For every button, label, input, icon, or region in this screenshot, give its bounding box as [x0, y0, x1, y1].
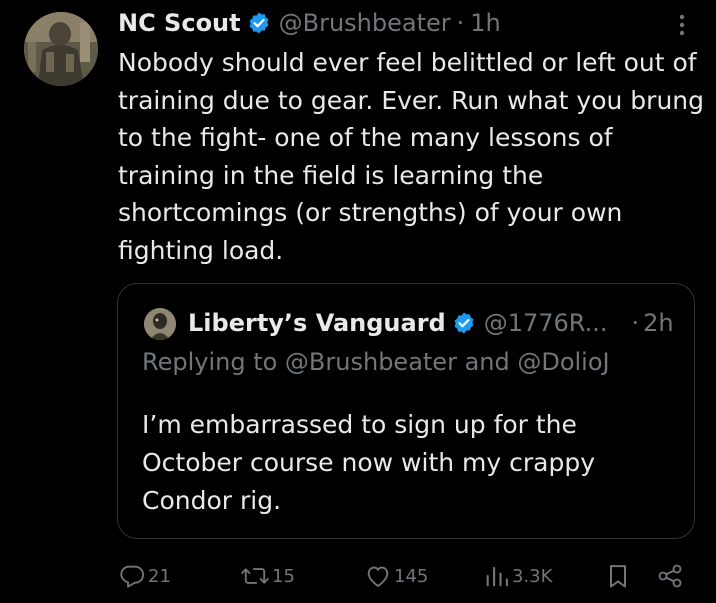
verified-badge-icon [247, 11, 271, 35]
quoted-tweet-header: Liberty’s Vanguard @1776R... · 2h [188, 306, 674, 340]
reply-count: 21 [148, 565, 171, 587]
replying-to-line: Replying to @Brushbeater and @DolioJ [142, 348, 610, 376]
verified-badge-icon [452, 311, 476, 335]
repost-button[interactable]: 15 [240, 558, 295, 594]
views-button[interactable]: 3.3K [484, 558, 552, 594]
author-name[interactable]: NC Scout [118, 9, 241, 37]
like-count: 145 [394, 565, 429, 587]
more-icon[interactable] [670, 10, 694, 40]
reply-button[interactable]: 21 [118, 558, 171, 594]
quoted-tweet-text: I’m embarrassed to sign up for the Octob… [142, 410, 596, 515]
reply-icon [118, 562, 146, 590]
like-icon [364, 562, 392, 590]
repost-count: 15 [272, 565, 295, 587]
quoted-tweet[interactable]: Liberty’s Vanguard @1776R... · 2h Replyi… [117, 283, 695, 539]
views-icon [484, 562, 510, 590]
bookmark-button[interactable] [606, 558, 630, 594]
share-icon [656, 562, 684, 590]
separator-dot: · [631, 309, 640, 337]
author-handle[interactable]: @Brushbeater [279, 9, 451, 37]
share-button[interactable] [656, 558, 684, 594]
action-bar: 21 15 145 3.3K [0, 558, 716, 594]
views-count: 3.3K [512, 565, 553, 587]
tweet-timestamp[interactable]: 1h [470, 9, 500, 37]
quoted-author-name[interactable]: Liberty’s Vanguard [188, 309, 446, 337]
like-button[interactable]: 145 [364, 558, 428, 594]
author-avatar[interactable] [24, 12, 98, 86]
tweet[interactable]: NC Scout @Brushbeater · 1h Nobody should… [0, 0, 716, 603]
repost-icon [240, 562, 270, 590]
tweet-text: Nobody should ever feel belittled or lef… [118, 48, 705, 265]
quoted-author-handle[interactable]: @1776R... [484, 309, 608, 337]
separator-dot: · [456, 9, 465, 37]
quoted-tweet-timestamp[interactable]: 2h [643, 309, 673, 337]
tweet-header: NC Scout @Brushbeater · 1h [118, 6, 501, 40]
quoted-author-avatar[interactable] [144, 308, 176, 340]
bookmark-icon [606, 562, 630, 590]
